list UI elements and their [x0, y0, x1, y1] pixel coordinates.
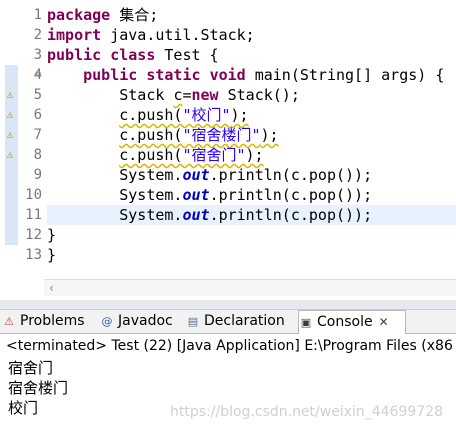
- code-token: package: [47, 6, 111, 24]
- code-token: }: [47, 226, 57, 244]
- line-number: 11: [25, 207, 42, 223]
- code-token: .println(c.pop());: [209, 186, 373, 204]
- code-token: new: [191, 86, 219, 104]
- line-number: 6: [33, 107, 42, 123]
- code-token: out: [182, 166, 210, 184]
- line-number: 7: [33, 127, 42, 143]
- scroll-left-arrow-icon[interactable]: ‹: [48, 280, 55, 296]
- annotation-ruler: ⚠ ⚠ ⚠ ⚠: [0, 0, 20, 270]
- code-token: class: [110, 46, 156, 64]
- code-token: }: [47, 246, 57, 264]
- tab-javadoc[interactable]: @ Javadoc: [100, 310, 182, 333]
- code-token: out: [182, 206, 210, 224]
- code-token: "校门": [182, 106, 231, 124]
- console-icon: ▣: [300, 316, 312, 329]
- code-token: Test {: [155, 46, 219, 64]
- code-token: System.: [47, 186, 183, 204]
- tab-problems[interactable]: ⚠ Problems: [2, 310, 96, 333]
- line-number: 9: [33, 167, 42, 183]
- code-token: static: [146, 66, 201, 84]
- code-token: System.: [47, 206, 183, 224]
- code-token: out: [182, 186, 210, 204]
- line-number: 10: [25, 187, 42, 203]
- console-view[interactable]: <terminated> Test (22) [Java Application…: [0, 334, 456, 433]
- horizontal-scrollbar[interactable]: ‹: [44, 279, 456, 296]
- line-number: 1: [33, 7, 42, 23]
- warning-icon[interactable]: ⚠: [3, 148, 17, 162]
- code-line[interactable]: }: [47, 225, 456, 245]
- code-token: );: [230, 106, 249, 124]
- close-icon[interactable]: ✕: [379, 315, 389, 329]
- warning-icon[interactable]: ⚠: [3, 108, 17, 122]
- tab-console[interactable]: ▣ Console ✕: [298, 310, 406, 335]
- fold-collapse-icon[interactable]: ⊖: [36, 65, 44, 85]
- code-editor[interactable]: ⚠ ⚠ ⚠ ⚠ 1 2 3 4 5 6 7 8 9 10 11 12 13 package 集合; import…: [0, 0, 456, 300]
- warning-icon[interactable]: ⚠: [3, 128, 17, 142]
- tab-label: Declaration: [204, 313, 285, 329]
- tab-label: Console: [317, 314, 373, 330]
- warning-icon[interactable]: ⚠: [3, 88, 17, 102]
- code-token: public: [83, 66, 138, 84]
- code-token: java.util.Stack;: [101, 26, 255, 44]
- code-token: "宿舍楼门": [182, 126, 261, 144]
- code-token: .println(c.pop());: [209, 166, 373, 184]
- code-line[interactable]: System.out.println(c.pop());: [47, 165, 456, 185]
- line-number: 13: [25, 247, 42, 263]
- code-token: 集合;: [110, 6, 159, 24]
- code-token: .println(c.pop());: [209, 206, 373, 224]
- code-line[interactable]: public class Test {: [47, 45, 456, 65]
- code-token: c.push(: [119, 106, 183, 124]
- console-output-line: 校门: [8, 399, 39, 417]
- tab-label: Javadoc: [118, 313, 173, 329]
- code-line[interactable]: c.push("宿舍门");: [47, 145, 456, 165]
- code-token: public: [47, 46, 102, 64]
- code-token: import: [47, 26, 102, 44]
- code-token: );: [260, 126, 279, 144]
- problems-icon: ⚠: [4, 315, 14, 328]
- console-output: 宿舍门 宿舍楼门 校门: [8, 358, 68, 418]
- code-line[interactable]: }: [47, 245, 456, 265]
- code-token: Stack: [47, 86, 174, 104]
- watermark: https://blog.csdn.net/weixin_44699728: [170, 404, 444, 420]
- line-number: 8: [33, 147, 42, 163]
- console-output-line: 宿舍楼门: [8, 379, 69, 397]
- code-line[interactable]: Stack c=new Stack();: [47, 85, 456, 105]
- line-number: 2: [33, 27, 42, 43]
- code-line[interactable]: package 集合;: [47, 5, 456, 25]
- line-number: 12: [25, 227, 42, 243]
- code-token: System.: [47, 166, 183, 184]
- code-token: "宿舍门": [182, 146, 246, 164]
- code-line[interactable]: c.push("校门");: [47, 105, 456, 125]
- code-line[interactable]: System.out.println(c.pop());: [47, 185, 456, 205]
- code-token: main(String[] args) {: [245, 66, 445, 84]
- console-status-line: <terminated> Test (22) [Java Application…: [6, 338, 453, 354]
- view-tab-bar: ⚠ Problems @ Javadoc ▤ Declaration ▣ Console…: [0, 310, 456, 335]
- javadoc-icon: @: [101, 315, 113, 328]
- line-number: 5: [33, 87, 42, 103]
- pane-separator[interactable]: [0, 300, 456, 310]
- line-number: 3: [33, 47, 42, 63]
- code-token: =: [182, 86, 192, 104]
- code-token: Stack();: [218, 86, 300, 104]
- tab-label: Problems: [20, 313, 85, 329]
- code-token: c.push(: [119, 146, 183, 164]
- code-token: void: [209, 66, 246, 84]
- code-line[interactable]: public static void main(String[] args) {: [47, 65, 456, 85]
- code-line[interactable]: c.push("宿舍楼门");: [47, 125, 456, 145]
- console-output-line: 宿舍门: [8, 359, 54, 377]
- code-line[interactable]: import java.util.Stack;: [47, 25, 456, 45]
- code-token: );: [245, 146, 264, 164]
- tab-declaration[interactable]: ▤ Declaration: [186, 310, 296, 333]
- code-line[interactable]: System.out.println(c.pop());: [47, 205, 456, 225]
- code-token: c.push(: [119, 126, 183, 144]
- declaration-icon: ▤: [187, 315, 199, 328]
